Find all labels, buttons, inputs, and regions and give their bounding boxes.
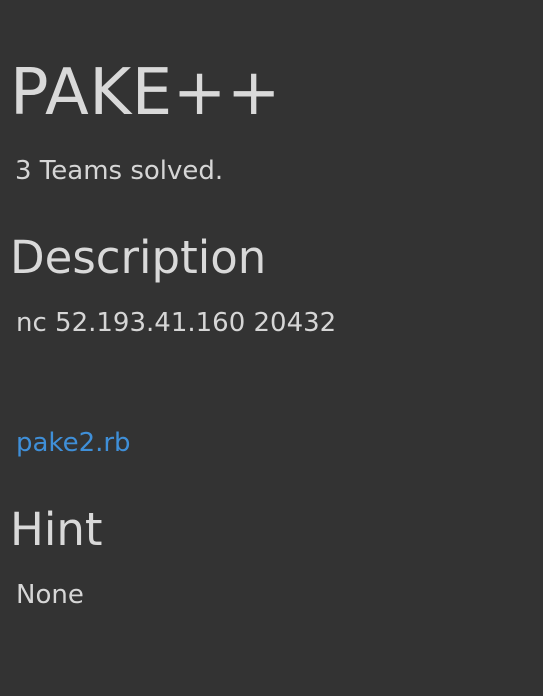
- challenge-panel: PAKE++ 3 Teams solved. Description nc 52…: [0, 0, 543, 696]
- attachment-link[interactable]: pake2.rb: [16, 426, 131, 460]
- solved-count: 3 Teams solved.: [15, 156, 224, 186]
- hint-heading: Hint: [10, 503, 103, 556]
- description-text: nc 52.193.41.160 20432: [16, 308, 337, 338]
- hint-text: None: [16, 580, 84, 610]
- challenge-title: PAKE++: [10, 56, 281, 130]
- description-heading: Description: [10, 231, 267, 284]
